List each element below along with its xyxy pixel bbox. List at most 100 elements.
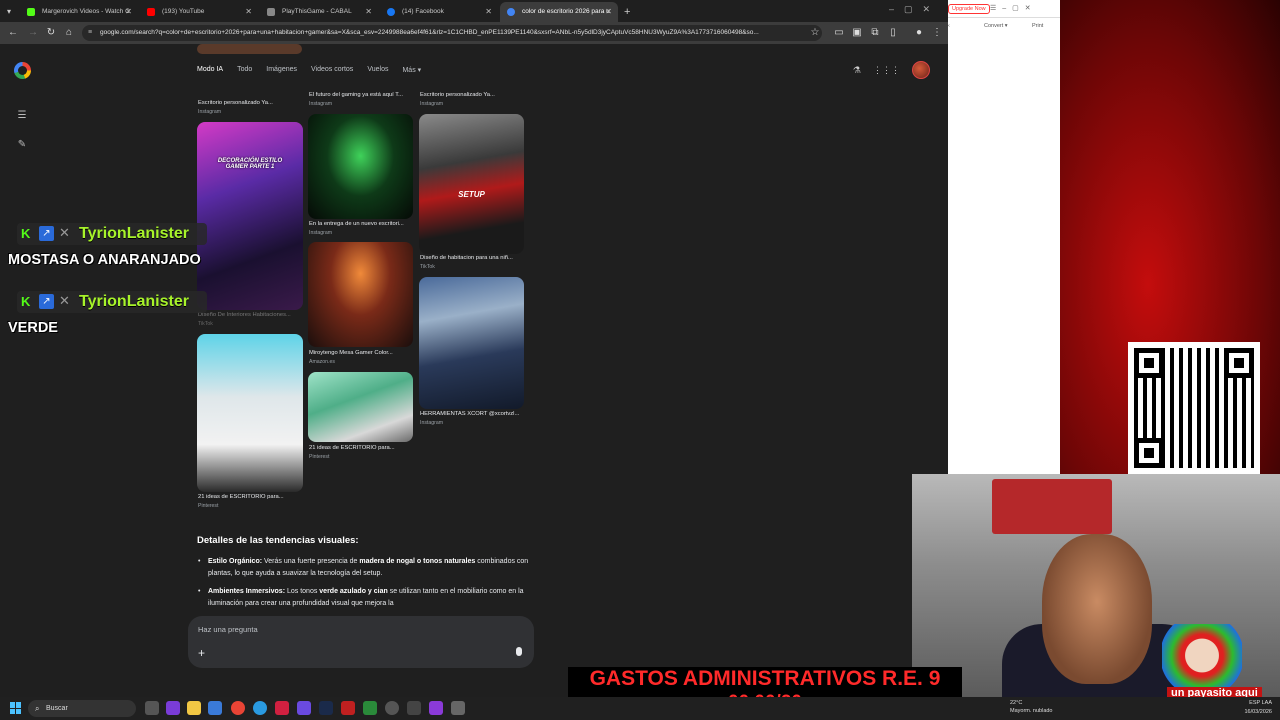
result-image[interactable] (197, 334, 303, 492)
result-caption[interactable]: El futuro del gaming ya está aquí T... (309, 92, 419, 98)
forward-icon[interactable]: → (26, 26, 40, 40)
close-tab-icon[interactable]: ✕ (125, 2, 132, 22)
app-icon[interactable] (451, 701, 465, 715)
history-icon[interactable]: ☰ (16, 110, 28, 122)
result-caption[interactable]: Diseño De Interiores Habitaciones... (198, 312, 308, 318)
close-tab-icon[interactable]: ✕ (365, 2, 372, 22)
tab-playthisgame[interactable]: PlayThisGame - CABAL ✕ (260, 2, 378, 22)
app-icon[interactable] (407, 701, 421, 715)
tab-modo-ia[interactable]: Modo IA (197, 66, 223, 78)
app-icon[interactable] (363, 701, 377, 715)
avatar[interactable] (912, 61, 930, 79)
tab-vuelos[interactable]: Vuelos (367, 66, 388, 78)
weather-widget[interactable]: 22°C Mayorm. nublado (1010, 699, 1053, 715)
result-source: TikTok (198, 321, 213, 327)
header-actions: ⚗ ⋮⋮⋮ (853, 61, 930, 79)
profile-icon[interactable]: ● (912, 26, 926, 40)
result-image[interactable] (419, 277, 524, 409)
new-chat-icon[interactable]: ✎ (16, 139, 28, 151)
task-view-icon[interactable] (145, 701, 159, 715)
labs-flask-icon[interactable]: ⚗ (853, 65, 861, 76)
pdf-editor-pane: Upgrade Now ☰–▢✕ ‹ Convert ▾ Print (948, 0, 1060, 474)
clock-date: 16/03/2026 (1244, 709, 1272, 715)
tab-youtube[interactable]: (193) YouTube ✕ (140, 2, 258, 22)
result-source: Instagram (309, 230, 333, 236)
extensions-icon[interactable]: ⧉ (868, 26, 882, 40)
close-tab-icon[interactable]: ✕ (605, 2, 612, 22)
google-logo[interactable] (14, 62, 31, 79)
tab-todo[interactable]: Todo (237, 66, 252, 78)
subscriber-badge-icon: ↗ (39, 294, 54, 309)
tab-strip: ▾ Margerovich Videos - Watch C ✕ (193) Yo… (0, 0, 948, 22)
file-explorer-icon[interactable] (187, 701, 201, 715)
system-tray[interactable]: ESP LAA 16/03/2026 (1244, 699, 1272, 717)
app-icon[interactable] (341, 701, 355, 715)
result-image[interactable] (308, 372, 413, 442)
app-icon[interactable] (275, 701, 289, 715)
result-image[interactable] (308, 114, 413, 219)
google-results-page: ☰ ✎ Modo IA Todo Imágenes Videos cortos … (0, 44, 948, 697)
address-bar[interactable]: ≡ google.com/search?q=color+de+escritorio… (82, 25, 822, 41)
close-tab-icon[interactable]: ✕ (485, 2, 492, 22)
chrome-icon[interactable] (231, 701, 245, 715)
result-image[interactable] (197, 44, 302, 54)
tab-kick[interactable]: Margerovich Videos - Watch C ✕ (20, 2, 138, 22)
clown-emote (1162, 624, 1242, 694)
tab-mas[interactable]: Más ▾ (402, 66, 421, 78)
tab-google-search[interactable]: color de escritorio 2026 para u ✕ (500, 2, 618, 22)
result-caption[interactable]: En la entrega de un nuevo escritori... (309, 221, 419, 227)
ai-answer-details: Detalles de las tendencias visuales: Est… (197, 535, 537, 616)
upgrade-button[interactable]: Upgrade Now (948, 4, 990, 14)
webcam-feed: un payasito aqui (912, 474, 1280, 700)
menu-icon[interactable]: ⋮ (930, 26, 944, 40)
result-caption[interactable]: HERRAMIENTAS XCORT @xcortvzl... (420, 411, 530, 417)
close-tab-icon[interactable]: ✕ (245, 2, 252, 22)
result-caption[interactable]: Miroytengo Mesa Gamer Color... (309, 350, 419, 356)
result-caption[interactable]: Diseño de habitacion para una niñ... (420, 255, 530, 261)
result-image[interactable]: SETUP (419, 114, 524, 254)
store-icon[interactable] (208, 701, 222, 715)
convert-button[interactable]: Convert ▾ (984, 23, 1008, 29)
back-icon[interactable]: ← (6, 26, 20, 40)
result-caption[interactable]: 21 ideas de ESCRITORIO para... (198, 494, 308, 500)
sidebar-icon[interactable]: ▯ (886, 26, 900, 40)
tab-facebook[interactable]: (14) Facebook ✕ (380, 2, 498, 22)
result-caption[interactable]: 21 ideas de ESCRITORIO para... (309, 445, 419, 451)
new-tab-button[interactable]: + (624, 2, 638, 22)
bullet-estilo-organico: Estilo Orgánico: Verás una fuerte presen… (197, 556, 537, 580)
home-icon[interactable]: ⌂ (62, 26, 76, 40)
windows-start-icon[interactable] (10, 702, 22, 714)
mic-icon[interactable] (516, 647, 522, 656)
edge-icon[interactable] (253, 701, 267, 715)
pdf-chevron-icon[interactable]: ‹ (948, 23, 950, 29)
cast-icon[interactable]: ▭ (832, 26, 846, 40)
screenshot-icon[interactable]: ▣ (850, 26, 864, 40)
result-caption[interactable]: Escritorio personalizado Ya... (420, 92, 530, 98)
discord-icon[interactable] (297, 701, 311, 715)
browser-window: ▾ Margerovich Videos - Watch C ✕ (193) Yo… (0, 0, 948, 697)
result-image[interactable] (308, 242, 413, 347)
result-source: Instagram (198, 109, 222, 115)
window-controls[interactable]: –▢✕ (889, 4, 940, 15)
obs-icon[interactable] (385, 701, 399, 715)
result-image[interactable]: DECORACIÓN ESTILO GAMER PARTE 1 (197, 122, 303, 310)
reload-icon[interactable]: ↻ (44, 26, 58, 40)
app-icon[interactable] (166, 701, 180, 715)
print-button[interactable]: Print (1032, 23, 1043, 29)
tab-imagenes[interactable]: Imágenes (266, 66, 297, 78)
bookmark-star-icon[interactable]: ☆ (808, 26, 822, 40)
result-caption[interactable]: Escritorio personalizado Ya... (198, 100, 308, 106)
taskbar-search[interactable]: ⌕ Buscar (28, 700, 136, 717)
pdf-window-controls[interactable]: ☰–▢✕ (990, 4, 1037, 12)
ask-box[interactable]: Haz una pregunta + (188, 616, 534, 668)
qr-code (1128, 342, 1260, 474)
result-source: TikTok (420, 264, 435, 270)
steam-icon[interactable] (319, 701, 333, 715)
tab-search-icon[interactable]: ▾ (0, 2, 18, 22)
apps-grid-icon[interactable]: ⋮⋮⋮ (873, 65, 900, 76)
site-info-icon[interactable]: ≡ (88, 25, 92, 41)
app-icon[interactable] (429, 701, 443, 715)
tab-videos-cortos[interactable]: Videos cortos (311, 66, 353, 78)
ask-input[interactable]: Haz una pregunta (198, 625, 258, 634)
add-icon[interactable]: + (198, 646, 205, 660)
